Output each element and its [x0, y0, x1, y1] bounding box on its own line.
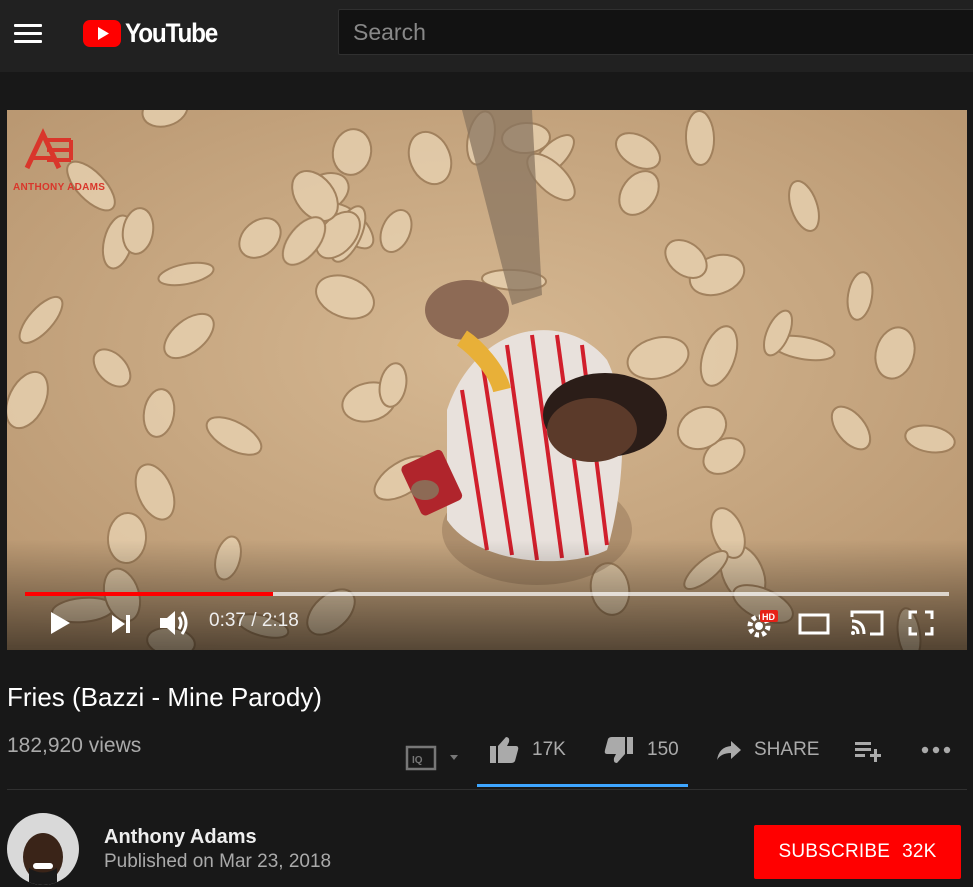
hd-badge: HD [762, 612, 775, 622]
avatar-image [7, 813, 79, 885]
subscribe-button[interactable]: SUBSCRIBE 32K [754, 825, 961, 879]
cast-icon [850, 610, 884, 636]
search-box [338, 9, 973, 55]
youtube-logo-icon [83, 19, 121, 47]
more-actions-button[interactable] [920, 728, 952, 772]
dislike-button[interactable]: 150 [603, 728, 679, 772]
volume-button[interactable] [157, 608, 191, 638]
publish-date: Published on Mar 23, 2018 [104, 851, 332, 872]
channel-watermark [24, 128, 73, 170]
next-button[interactable] [107, 610, 135, 638]
youtube-logo[interactable]: YouTube [83, 18, 227, 48]
watermark-text: ANTHONY ADAMS [13, 182, 106, 193]
video-player[interactable]: ANTHONY ADAMS 0:37 / 2:18 HD [7, 110, 967, 650]
dislike-icon [604, 737, 633, 763]
more-icon [921, 746, 951, 754]
save-to-playlist-icon: IQ [405, 745, 458, 771]
subscribe-label: SUBSCRIBE [778, 841, 891, 862]
add-to-playlist-icon [855, 742, 881, 762]
masthead: YouTube [0, 0, 973, 73]
menu-icon[interactable] [14, 24, 44, 44]
search-input[interactable] [339, 10, 973, 54]
play-button[interactable] [45, 608, 75, 638]
fullscreen-icon [908, 610, 934, 636]
progress-played [25, 592, 273, 596]
channel-avatar[interactable] [7, 813, 79, 885]
divider [7, 789, 967, 790]
like-dislike-ratio-bar [477, 784, 688, 787]
cast-button[interactable] [849, 608, 885, 638]
view-count: 182,920 views [7, 734, 142, 757]
svg-text:IQ: IQ [412, 755, 423, 766]
fullscreen-button[interactable] [905, 608, 937, 638]
video-title: Fries (Bazzi - Mine Parody) [7, 682, 322, 712]
like-icon [490, 737, 519, 763]
save-to-playlist-button[interactable]: IQ [405, 736, 461, 780]
logo-text: YouTube [125, 17, 218, 48]
like-button[interactable]: 17K [488, 728, 566, 772]
next-icon [112, 615, 130, 633]
share-button[interactable]: SHARE [716, 728, 819, 772]
progress-bar[interactable] [25, 592, 949, 596]
theater-mode-button[interactable] [797, 610, 831, 638]
subscriber-count: 32K [902, 841, 937, 862]
theater-icon [798, 613, 830, 635]
like-count: 17K [532, 739, 566, 760]
share-label: SHARE [754, 739, 820, 760]
time-display: 0:37 / 2:18 [209, 610, 299, 631]
volume-icon [160, 611, 188, 635]
share-icon [717, 741, 741, 760]
dislike-count: 150 [647, 739, 679, 760]
play-icon [51, 612, 70, 634]
channel-name[interactable]: Anthony Adams [104, 826, 257, 849]
add-to-playlist-button[interactable] [853, 728, 883, 772]
